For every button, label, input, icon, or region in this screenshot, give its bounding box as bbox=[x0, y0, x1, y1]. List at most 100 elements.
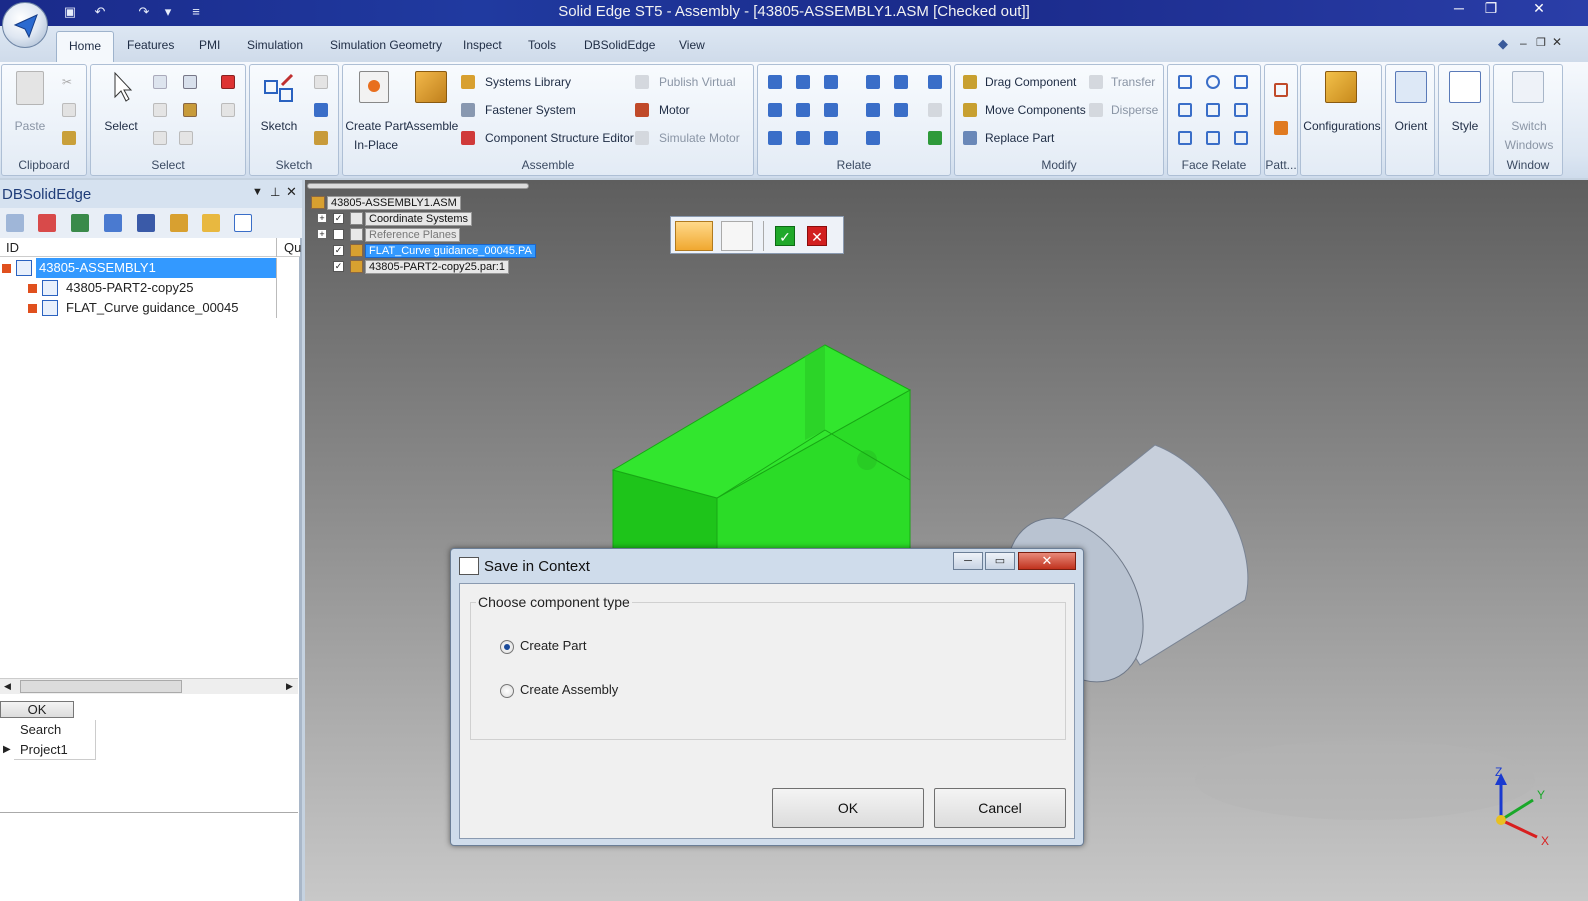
publish-virtual-icon[interactable] bbox=[635, 75, 649, 89]
tool-1-icon[interactable] bbox=[6, 214, 24, 232]
col-qu[interactable]: Qu bbox=[284, 240, 301, 255]
face-relate-9-icon[interactable] bbox=[1234, 131, 1248, 145]
tool-7-icon[interactable] bbox=[202, 214, 220, 232]
relationship-assistant-icon[interactable] bbox=[928, 131, 942, 145]
planar-align-icon[interactable] bbox=[796, 75, 810, 89]
paste-icon[interactable] bbox=[16, 71, 44, 105]
select-tool-icon[interactable] bbox=[153, 75, 167, 89]
replace-part-icon[interactable] bbox=[963, 131, 977, 145]
scroll-left-icon[interactable]: ◀ bbox=[4, 681, 11, 692]
configurations-button[interactable]: Configurations bbox=[1301, 117, 1383, 136]
doc-minimize-icon[interactable]: – bbox=[1520, 36, 1527, 50]
connect-icon[interactable] bbox=[894, 75, 908, 89]
path-icon[interactable] bbox=[796, 131, 810, 145]
replace-part-button[interactable]: Replace Part bbox=[985, 131, 1054, 145]
gear-icon[interactable] bbox=[768, 131, 782, 145]
scroll-thumb[interactable] bbox=[20, 680, 182, 693]
motor-button[interactable]: Motor bbox=[659, 103, 690, 117]
relate-option-icon[interactable] bbox=[928, 103, 942, 117]
switch-windows-button[interactable]: Switch bbox=[1494, 117, 1564, 136]
filter-icon[interactable] bbox=[153, 103, 167, 117]
paste-button[interactable]: Paste bbox=[8, 117, 52, 136]
copy-icon[interactable] bbox=[62, 103, 76, 117]
scroll-right-icon[interactable]: ▶ bbox=[286, 681, 293, 692]
tool-5-icon[interactable] bbox=[137, 214, 155, 232]
cut-icon[interactable]: ✂ bbox=[62, 75, 76, 89]
help-icon[interactable]: ◆ bbox=[1498, 36, 1508, 52]
create-part-radio[interactable] bbox=[500, 640, 514, 654]
sketch-edit-icon[interactable] bbox=[314, 131, 328, 145]
style-button[interactable]: Style bbox=[1439, 117, 1491, 136]
drag-component-button[interactable]: Drag Component bbox=[985, 75, 1076, 89]
doc-restore-icon[interactable]: ❐ bbox=[1536, 36, 1546, 49]
symmetric-icon[interactable] bbox=[928, 75, 942, 89]
sketch-button[interactable]: Sketch bbox=[256, 117, 302, 136]
maximize-icon[interactable]: ❐ bbox=[1476, 0, 1506, 18]
undo-icon[interactable]: ↶ bbox=[92, 4, 108, 20]
tool-6-icon[interactable] bbox=[170, 214, 188, 232]
tab-pmi[interactable]: PMI bbox=[199, 38, 220, 52]
qat-dropdown-icon[interactable]: ▾ bbox=[160, 4, 176, 20]
table-row[interactable]: 43805-ASSEMBLY1 bbox=[0, 258, 300, 278]
face-relate-7-icon[interactable] bbox=[1178, 131, 1192, 145]
tool-2-icon[interactable] bbox=[38, 214, 56, 232]
create-assembly-label[interactable]: Create Assembly bbox=[520, 682, 618, 697]
tab-simulation[interactable]: Simulation bbox=[247, 38, 303, 52]
table-row[interactable]: FLAT_Curve guidance_00045 bbox=[0, 298, 300, 318]
publish-virtual-button[interactable]: Publish Virtual bbox=[659, 75, 736, 89]
panel-menu-icon[interactable]: ▼ bbox=[252, 186, 263, 198]
dialog-close-icon[interactable]: ✕ bbox=[1018, 552, 1076, 570]
orient-button[interactable]: Orient bbox=[1386, 117, 1436, 136]
save-icon[interactable]: ▣ bbox=[62, 4, 78, 20]
cam-icon[interactable] bbox=[824, 103, 838, 117]
select-group-icon[interactable] bbox=[179, 131, 193, 145]
tab-inspect[interactable]: Inspect bbox=[463, 38, 502, 52]
assemble-button[interactable]: Assemble bbox=[405, 117, 459, 136]
expand-arrow-icon[interactable]: ▶ bbox=[3, 744, 11, 755]
insert-icon[interactable] bbox=[866, 75, 880, 89]
tab-tools[interactable]: Tools bbox=[528, 38, 556, 52]
pin-icon[interactable]: ⊥ bbox=[270, 185, 280, 199]
panel-close-icon[interactable]: ✕ bbox=[286, 184, 297, 200]
component-structure-editor-icon[interactable] bbox=[461, 131, 475, 145]
simulate-motor-button[interactable]: Simulate Motor bbox=[659, 131, 740, 145]
format-painter-icon[interactable] bbox=[62, 131, 76, 145]
transfer-icon[interactable] bbox=[1089, 75, 1103, 89]
flip-icon[interactable] bbox=[894, 103, 908, 117]
tool-8-icon[interactable] bbox=[234, 214, 252, 232]
table-row[interactable]: 43805-PART2-copy25 bbox=[0, 278, 300, 298]
component-structure-editor-button[interactable]: Component Structure Editor bbox=[485, 131, 634, 145]
redo-icon[interactable]: ↷ bbox=[136, 4, 152, 20]
tab-dbsolidedge[interactable]: DBSolidEdge bbox=[584, 38, 655, 52]
disperse-icon[interactable] bbox=[1089, 103, 1103, 117]
tab-home[interactable]: Home bbox=[56, 31, 115, 63]
tab-features[interactable]: Features bbox=[127, 38, 174, 52]
axial-align-icon[interactable] bbox=[824, 75, 838, 89]
face-relate-3-icon[interactable] bbox=[1234, 75, 1248, 89]
col-id[interactable]: ID bbox=[6, 240, 19, 255]
drag-component-icon[interactable] bbox=[963, 75, 977, 89]
ok-button[interactable]: OK bbox=[0, 701, 74, 718]
create-part-in-place-icon[interactable] bbox=[359, 71, 389, 103]
move-components-button[interactable]: Move Components bbox=[985, 103, 1086, 117]
create-assembly-radio[interactable] bbox=[500, 684, 514, 698]
face-relate-2-icon[interactable] bbox=[1206, 75, 1220, 89]
dialog-minimize-icon[interactable]: ─ bbox=[953, 552, 983, 570]
parallel-icon[interactable] bbox=[768, 103, 782, 117]
select-tree-icon[interactable] bbox=[183, 103, 197, 117]
configurations-icon[interactable] bbox=[1325, 71, 1357, 103]
angle-icon[interactable] bbox=[866, 103, 880, 117]
cancel-button[interactable]: Cancel bbox=[934, 788, 1066, 828]
select-button[interactable]: Select bbox=[99, 117, 143, 136]
sketch-icon[interactable] bbox=[262, 71, 296, 105]
fastener-system-button[interactable]: Fastener System bbox=[485, 103, 576, 117]
mate-icon[interactable] bbox=[768, 75, 782, 89]
transfer-button[interactable]: Transfer bbox=[1111, 75, 1155, 89]
create-part-label[interactable]: Create Part bbox=[520, 638, 586, 653]
assemble-icon[interactable] bbox=[415, 71, 447, 103]
select-set-icon[interactable] bbox=[221, 103, 235, 117]
face-relate-6-icon[interactable] bbox=[1234, 103, 1248, 117]
doc-close-icon[interactable]: ✕ bbox=[1552, 35, 1562, 49]
center-plane-icon[interactable] bbox=[866, 131, 880, 145]
motor-icon[interactable] bbox=[635, 103, 649, 117]
